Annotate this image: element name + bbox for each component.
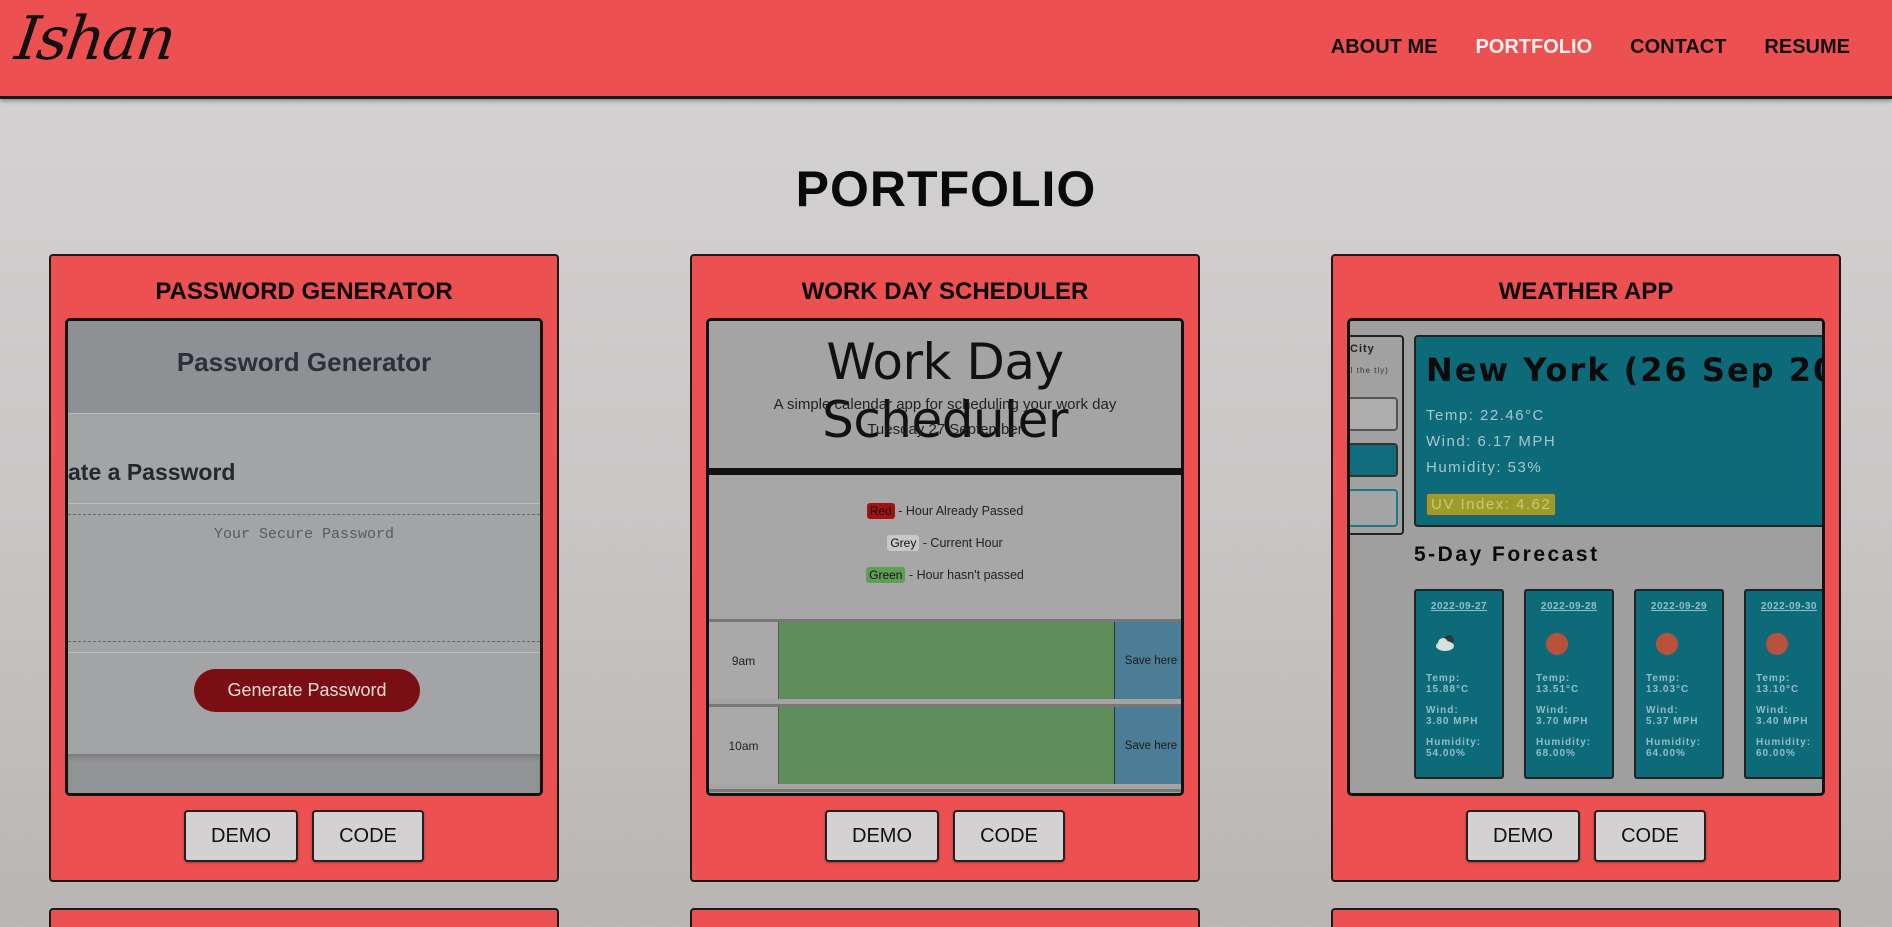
shot-temp: Temp: 22.46°C (1426, 407, 1545, 424)
page-title: PORTFOLIO (795, 161, 1097, 217)
row-time: 9am (709, 622, 779, 699)
demo-button[interactable]: DEMO (825, 810, 939, 862)
forecast-date: 2022-09-30 (1760, 601, 1818, 612)
forecast-temp-label: Temp: (1756, 673, 1791, 684)
project-title: PASSWORD GENERATOR (155, 278, 453, 305)
forecast-date: 2022-09-28 (1540, 601, 1598, 612)
code-button[interactable]: CODE (1594, 810, 1706, 862)
legend-text: - Hour Already Passed (894, 504, 1024, 518)
shot-search-panel: City ll the tly) (1348, 335, 1404, 535)
sun-icon (1766, 633, 1788, 655)
cloud-icon (1436, 635, 1454, 651)
shot-forecast-title: 5-Day Forecast (1414, 543, 1600, 566)
shot-heading: Password Generator (176, 347, 432, 377)
row-time: 10am (709, 707, 779, 784)
row-save: Save here (1115, 622, 1181, 699)
legend-text: - Hour hasn't passed (905, 568, 1024, 582)
legend-text: - Current Hour (919, 536, 1003, 550)
sun-icon (1546, 633, 1568, 655)
forecast-wind: 3.70 MPH (1536, 716, 1589, 727)
shot-current-weather: New York (26 Sep 2022 Temp: 22.46°C Wind… (1414, 335, 1822, 527)
schedule-row: 10am Save here (709, 704, 1181, 784)
project-screenshot: Work Day Scheduler A simple calendar app… (706, 318, 1184, 796)
shot-description: A simple calendar app for scheduling you… (773, 396, 1117, 413)
project-card-weather-app: WEATHER APP City ll the tly) New York (2… (1331, 254, 1841, 882)
project-card-partial (49, 908, 559, 927)
demo-button[interactable]: DEMO (1466, 810, 1580, 862)
forecast-wind-label: Wind: (1646, 705, 1679, 716)
code-button[interactable]: CODE (953, 810, 1065, 862)
forecast-humidity-label: Humidity: (1536, 737, 1592, 748)
forecast-wind-label: Wind: (1536, 705, 1569, 716)
schedule-row: 9am Save here (709, 619, 1181, 699)
shot-date: Tuesday 27 September (867, 421, 1023, 438)
forecast-wind: 3.80 MPH (1426, 716, 1479, 727)
legend-chip-red: Red (866, 503, 895, 519)
project-screenshot: Password Generator ate a Password Your S… (65, 318, 543, 796)
forecast-humidity: 54.00% (1426, 748, 1466, 759)
forecast-humidity: 64.00% (1646, 748, 1686, 759)
project-card-partial (690, 908, 1200, 927)
project-card-partial (1331, 908, 1841, 927)
sun-icon (1656, 633, 1678, 655)
shot-wind: Wind: 6.17 MPH (1426, 433, 1557, 450)
site-header: Ishan ABOUT ME PORTFOLIO CONTACT RESUME (0, 0, 1892, 99)
forecast-day: 2022-09-28 Temp: 13.51°C Wind: 3.70 MPH Hu… (1524, 589, 1614, 779)
demo-button[interactable]: DEMO (184, 810, 298, 862)
forecast-date: 2022-09-29 (1650, 601, 1708, 612)
nav-resume[interactable]: RESUME (1764, 36, 1850, 59)
nav-contact[interactable]: CONTACT (1630, 36, 1726, 59)
forecast-humidity-label: Humidity: (1646, 737, 1702, 748)
forecast-wind: 5.37 MPH (1646, 716, 1699, 727)
shot-subheading: ate a Password (68, 459, 236, 485)
shot-side-heading: City (1350, 343, 1375, 355)
forecast-temp-label: Temp: (1426, 673, 1461, 684)
forecast-temp-label: Temp: (1536, 673, 1571, 684)
forecast-humidity-label: Humidity: (1756, 737, 1812, 748)
forecast-wind-label: Wind: (1756, 705, 1789, 716)
forecast-temp: 13.03°C (1646, 684, 1690, 695)
forecast-wind: 3.40 MPH (1756, 716, 1809, 727)
code-button[interactable]: CODE (312, 810, 424, 862)
main-nav: ABOUT ME PORTFOLIO CONTACT RESUME (1331, 36, 1850, 59)
nav-portfolio[interactable]: PORTFOLIO (1475, 36, 1592, 59)
shot-legend: Red - Hour Already Passed Grey - Current… (709, 475, 1181, 621)
forecast-temp: 13.10°C (1756, 684, 1800, 695)
row-input (779, 707, 1115, 784)
shot-generate-button: Generate Password (194, 669, 420, 712)
forecast-day: 2022-09-30 Temp: 13.10°C Wind: 3.40 MPH Hu… (1744, 589, 1822, 779)
forecast-date: 2022-09-27 (1430, 601, 1488, 612)
project-title: WEATHER APP (1498, 278, 1674, 305)
forecast-day: 2022-09-29 Temp: 13.03°C Wind: 5.37 MPH Hu… (1634, 589, 1724, 779)
forecast-humidity-label: Humidity: (1426, 737, 1482, 748)
row-input (779, 622, 1115, 699)
forecast-temp: 15.88°C (1426, 684, 1470, 695)
forecast-temp: 13.51°C (1536, 684, 1580, 695)
shot-side-sub: ll the tly) (1348, 366, 1389, 375)
schedule-row-partial (709, 789, 1181, 793)
site-logo[interactable]: Ishan (11, 4, 178, 74)
forecast-humidity: 68.00% (1536, 748, 1576, 759)
legend-chip-grey: Grey (887, 535, 920, 551)
shot-password-placeholder: Your Secure Password (213, 526, 395, 543)
legend-chip-green: Green (866, 567, 906, 583)
project-title: WORK DAY SCHEDULER (801, 278, 1089, 305)
shot-uv-index: UV Index: 4.62 (1426, 493, 1557, 516)
nav-about-me[interactable]: ABOUT ME (1331, 36, 1438, 59)
project-screenshot: City ll the tly) New York (26 Sep 2022 T… (1347, 318, 1825, 796)
row-save: Save here (1115, 707, 1181, 784)
shot-city: New York (26 Sep 2022 (1426, 351, 1822, 389)
forecast-day: 2022-09-27 Temp: 15.88°C Wind: 3.80 MPH Hu… (1414, 589, 1504, 779)
forecast-wind-label: Wind: (1426, 705, 1459, 716)
shot-humidity: Humidity: 53% (1426, 459, 1543, 476)
forecast-temp-label: Temp: (1646, 673, 1681, 684)
forecast-humidity: 60.00% (1756, 748, 1796, 759)
project-card-password-generator: PASSWORD GENERATOR Password Generator at… (49, 254, 559, 882)
project-card-work-day-scheduler: WORK DAY SCHEDULER Work Day Scheduler A … (690, 254, 1200, 882)
